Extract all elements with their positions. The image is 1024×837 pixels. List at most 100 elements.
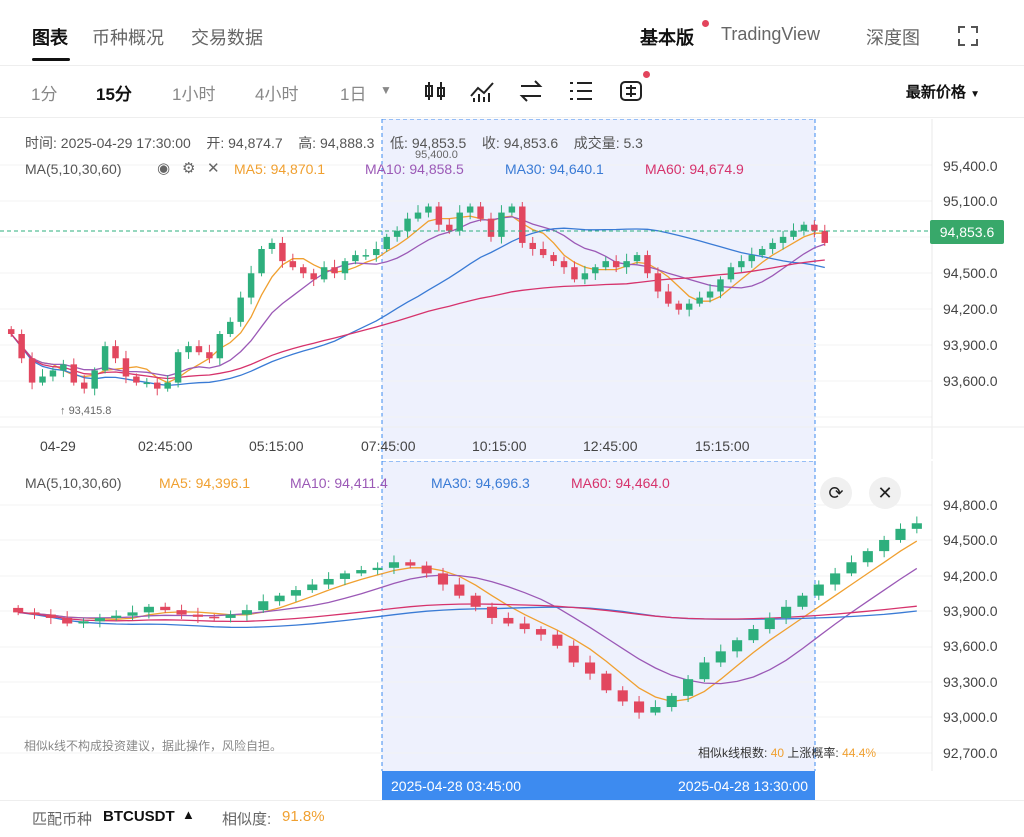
tab-underline (32, 58, 70, 61)
interval-1d[interactable]: 1日 (340, 80, 366, 105)
candle-body (341, 261, 349, 274)
chevron-down-icon[interactable]: ▼ (380, 83, 392, 97)
open-value: 94,874.7 (228, 135, 283, 151)
candle-body (477, 206, 484, 219)
candle-body (654, 273, 662, 292)
interval-15m[interactable]: 15分 (96, 80, 132, 105)
sub-price-tick: 94,800.0 (943, 497, 998, 513)
interval-4h[interactable]: 4小时 (255, 80, 298, 105)
candle-body (683, 679, 694, 696)
candle-body (446, 224, 453, 231)
candle-body (592, 267, 599, 274)
candle-body (879, 539, 890, 552)
similar-kline-chart[interactable] (0, 461, 1024, 771)
candle-body (633, 701, 645, 713)
candle-body (552, 634, 563, 646)
candle-body (633, 255, 641, 262)
sub-ma60: MA60: 94,464.0 (571, 475, 670, 491)
fullscreen-icon[interactable] (957, 25, 979, 47)
candle-body (310, 273, 317, 280)
match-label: 匹配币种 (32, 811, 93, 828)
high-mark: 95,400.0 (415, 149, 458, 161)
candle-body (550, 255, 557, 262)
refresh-button[interactable]: ⟳ (820, 477, 852, 509)
tab-chart[interactable]: 图表 (32, 24, 68, 50)
candle-body (133, 376, 140, 383)
candle-body (602, 261, 609, 268)
candle-body (112, 346, 119, 359)
candle-body (45, 614, 56, 618)
close-icon[interactable]: ✕ (207, 159, 220, 177)
candle-body (247, 273, 255, 298)
eye-icon[interactable]: ◉ (157, 159, 170, 177)
candle-body (665, 291, 672, 304)
candle-body (176, 610, 187, 615)
candle-body (154, 382, 161, 389)
compare-icon[interactable] (518, 78, 544, 104)
time-tick: 15:15:00 (695, 438, 750, 454)
candle-body (227, 321, 234, 334)
main-ma60: MA60: 94,674.9 (645, 161, 744, 177)
candle-body (373, 249, 380, 256)
indicator-icon[interactable] (469, 78, 495, 104)
settings-icon[interactable]: ⚙ (182, 159, 195, 177)
symbol[interactable]: BTCUSDT (103, 808, 175, 825)
range-start: 2025-04-28 03:45:00 (391, 778, 521, 794)
candle-body (486, 606, 498, 618)
sub-price-tick: 93,000.0 (943, 709, 998, 725)
ohlc-info: 时间: 2025-04-29 17:30:00 开: 94,874.7 高: 9… (25, 133, 643, 153)
candle-body (225, 614, 236, 618)
count-value: 40 (770, 746, 785, 760)
time-label: 时间: (25, 135, 57, 151)
candle-body (498, 212, 505, 237)
candle-body (320, 267, 328, 280)
candle-body (503, 617, 514, 624)
candle-body (307, 584, 318, 591)
candle-body (560, 261, 568, 268)
list-icon[interactable] (568, 78, 594, 104)
candle-body (143, 382, 151, 385)
volume-label: 成交量: (573, 135, 620, 151)
candle-body (666, 695, 677, 708)
sub-ma10: MA10: 94,411.4 (290, 475, 388, 491)
tab-depth[interactable]: 深度图 (866, 24, 920, 50)
candle-body (717, 279, 724, 292)
candle-body (388, 562, 400, 568)
volume-value: 5.3 (623, 135, 643, 151)
highlight-region (382, 461, 815, 771)
main-ma-label: MA(5,10,30,60) (25, 161, 122, 177)
tab-coin-overview[interactable]: 币种概况 (92, 24, 164, 50)
interval-1h[interactable]: 1小时 (172, 80, 215, 105)
prob-value: 44.4% (842, 746, 877, 760)
close-button[interactable]: ✕ (869, 477, 901, 509)
candle-body (706, 291, 714, 298)
interval-1m[interactable]: 1分 (31, 80, 57, 105)
candle-body (895, 528, 906, 540)
similarity-value: 91.8% (282, 808, 325, 825)
time-tick: 05:15:00 (249, 438, 304, 454)
main-ma10: MA10: 94,858.5 (365, 161, 464, 177)
candle-body (454, 584, 465, 596)
candle-body (274, 595, 285, 602)
candle-body (487, 218, 495, 237)
candle-body (258, 601, 269, 611)
tab-trading-data[interactable]: 交易数据 (191, 24, 263, 50)
candle-body (781, 606, 792, 618)
tab-tradingview[interactable]: TradingView (721, 24, 820, 45)
triangle-up-icon[interactable]: ▲ (182, 807, 195, 822)
tab-basic[interactable]: 基本版 (640, 24, 694, 50)
price-mode-select[interactable]: 最新价格 ▼ (906, 81, 980, 102)
candle-body (127, 612, 138, 616)
candle-body (241, 610, 252, 615)
candle-body (571, 267, 578, 280)
candle-body (466, 206, 474, 213)
candle-type-icon[interactable] (422, 78, 448, 104)
candle-body (435, 206, 443, 225)
candle-body (846, 562, 857, 574)
candle-body (699, 662, 710, 680)
candle-body (797, 595, 808, 607)
footer: 匹配币种 BTCUSDT ▲ 相似度: 91.8% (0, 800, 1024, 837)
similar-kline-icon[interactable] (618, 78, 644, 104)
candle-body (300, 267, 307, 274)
sub-price-tick: 93,900.0 (943, 603, 998, 619)
